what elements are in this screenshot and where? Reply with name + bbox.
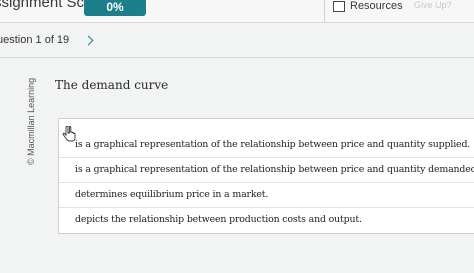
divider [0, 57, 474, 58]
resources-button[interactable]: Resources [333, 0, 403, 14]
copyright-label: © Macmillan Learning [26, 77, 36, 165]
question-navigation: uestion 1 of 19 [0, 31, 94, 49]
answer-option[interactable]: determines equilibrium price in a market… [59, 182, 474, 206]
top-bar: ssignment Score: 0% Resources Give Up? [0, 0, 474, 23]
answer-option[interactable]: is a graphical representation of the rel… [59, 132, 474, 156]
hand-cursor-icon [62, 126, 76, 142]
answer-option[interactable]: depicts the relationship between product… [59, 207, 474, 231]
answer-option[interactable]: is a graphical representation of the rel… [59, 157, 474, 181]
resources-label: Resources [350, 0, 403, 12]
question-prompt: The demand curve [55, 78, 169, 92]
divider [324, 0, 325, 22]
score-badge: 0% [84, 0, 146, 16]
question-counter: uestion 1 of 19 [0, 34, 70, 46]
give-up-button[interactable]: Give Up? [414, 0, 452, 10]
chevron-right-icon[interactable] [83, 35, 94, 46]
answer-options: is a graphical representation of the rel… [58, 118, 474, 234]
checkbox-icon [333, 0, 345, 12]
assignment-page: ssignment Score: 0% Resources Give Up? u… [0, 0, 474, 273]
